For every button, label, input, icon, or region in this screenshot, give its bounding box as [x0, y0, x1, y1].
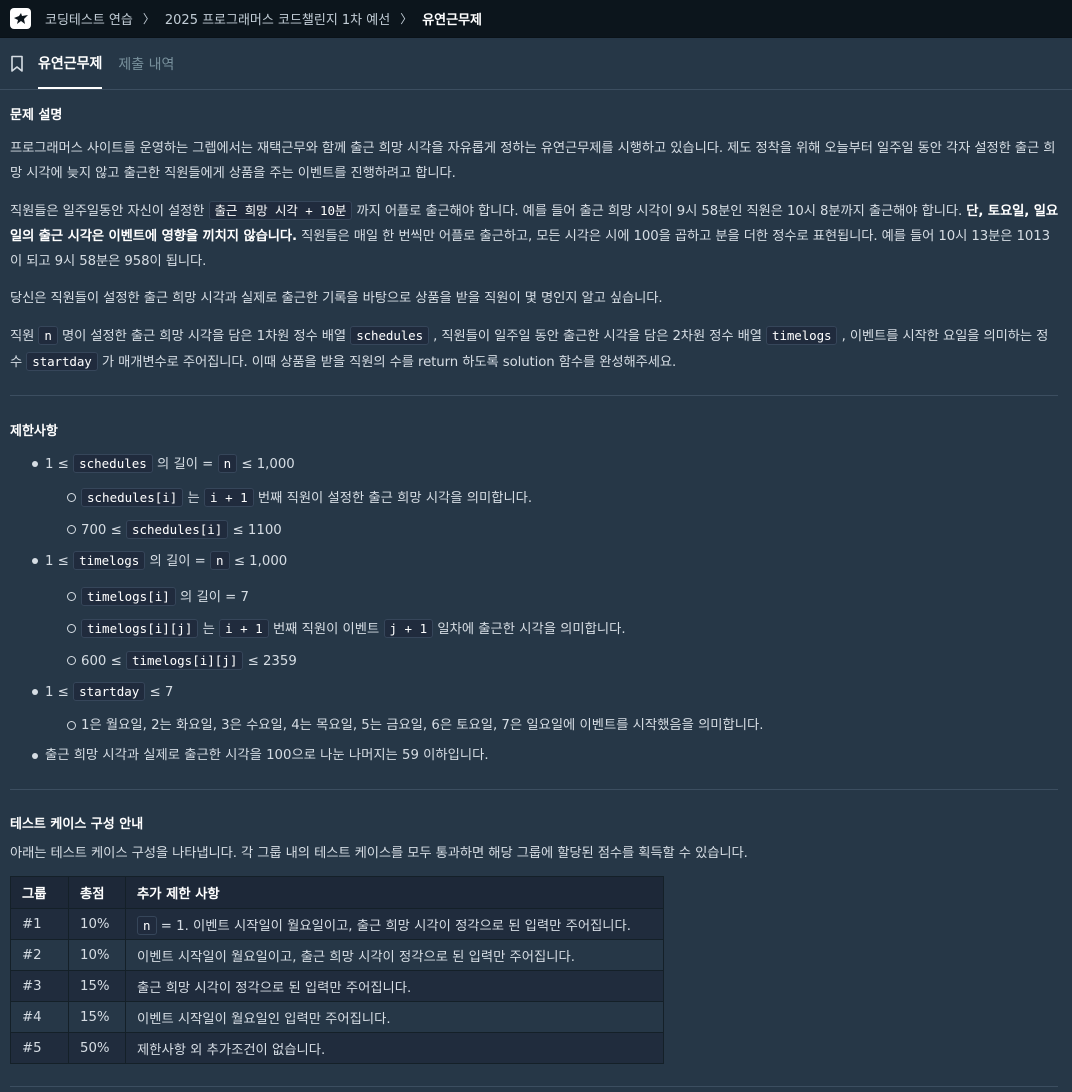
testcases-description: 아래는 테스트 케이스 구성을 나타냅니다. 각 그룹 내의 테스트 케이스를 … [10, 846, 748, 861]
table-row: #2 10% 이벤트 시작일이 월요일이고, 출근 희망 시각이 정각으로 된 … [10, 939, 664, 971]
table-row: #4 15% 이벤트 시작일이 월요일인 입력만 주어집니다. [10, 1001, 664, 1033]
problem-content: 문제 설명 프로그래머스 사이트를 운영하는 그렙에서는 재택근무와 함께 출근… [0, 104, 1072, 1087]
description-paragraph-1: 프로그래머스 사이트를 운영하는 그렙에서는 재택근무와 함께 출근 희망 시각… [10, 141, 1056, 181]
bookmark-icon[interactable] [10, 39, 28, 89]
constraint-item: 1 ≤ startday ≤ 7 [10, 677, 1058, 708]
inline-code: timelogs [766, 326, 838, 345]
constraint-subitem: 600 ≤ timelogs[i][j] ≤ 2359 [10, 645, 1058, 677]
testcases-table: 그룹 총점 추가 제한 사항 #1 10% n = 1. 이벤트 시작일이 월요… [10, 876, 664, 1064]
inline-code: schedules [350, 326, 430, 345]
constraint-subitem: schedules[i] 는 i + 1 번째 직원이 설정한 출근 희망 시각… [10, 482, 1058, 514]
chevron-right-icon: 〉 [400, 12, 413, 26]
table-row: #1 10% n = 1. 이벤트 시작일이 월요일이고, 출근 희망 시각이 … [10, 908, 664, 940]
inline-code: 출근 희망 시각 + 10분 [208, 201, 353, 220]
description-title: 문제 설명 [10, 108, 63, 123]
constraint-item: 1 ≤ timelogs 의 길이 = n ≤ 1,000 [10, 546, 1058, 577]
table-header: 추가 제한 사항 [125, 876, 664, 909]
constraints-title: 제한사항 [10, 424, 58, 439]
inline-code: startday [26, 352, 98, 371]
top-navbar: 코딩테스트 연습 〉 2025 프로그래머스 코드챌린지 1차 예선 〉 유연근… [0, 0, 1072, 38]
constraint-item: 출근 희망 시각과 실제로 출근한 시각을 100으로 나눈 나머지는 59 이… [10, 741, 1058, 771]
description-paragraph-3: 당신은 직원들이 설정한 출근 희망 시각과 실제로 출근한 기록을 바탕으로 … [10, 291, 663, 306]
description-paragraph-4: 직원 n 명이 설정한 출근 희망 시각을 담은 1차원 정수 배열 sched… [10, 326, 1049, 371]
breadcrumb-coding-test[interactable]: 코딩테스트 연습 [45, 9, 133, 28]
description-paragraph-2: 직원들은 일주일동안 자신이 설정한 출근 희망 시각 + 10분 까지 어플로… [10, 201, 1058, 269]
tab-submissions[interactable]: 제출 내역 [118, 38, 174, 89]
breadcrumb-current: 유연근무제 [422, 13, 483, 28]
tab-problem[interactable]: 유연근무제 [38, 38, 103, 89]
constraint-item: 1 ≤ schedules 의 길이 = n ≤ 1,000 [10, 449, 1058, 480]
constraint-subitem: timelogs[i] 의 길이 = 7 [10, 581, 1058, 613]
bird-icon [13, 12, 28, 24]
constraint-subitem: 700 ≤ schedules[i] ≤ 1100 [10, 514, 1058, 546]
table-row: #5 50% 제한사항 외 추가조건이 없습니다. [10, 1032, 664, 1064]
section-divider [10, 1086, 1058, 1087]
section-divider [10, 395, 1058, 396]
constraint-subitem: 1은 월요일, 2는 화요일, 3은 수요일, 4는 목요일, 5는 금요일, … [10, 710, 1058, 741]
programmers-logo[interactable] [10, 8, 31, 29]
constraint-subitem: timelogs[i][j] 는 i + 1 번째 직원이 이벤트 j + 1 … [10, 613, 1058, 645]
chevron-right-icon: 〉 [142, 12, 155, 26]
constraints-list: 1 ≤ schedules 의 길이 = n ≤ 1,000 schedules… [10, 449, 1058, 771]
section-divider [10, 789, 1058, 790]
table-header: 총점 [68, 876, 126, 909]
problem-tabs: 유연근무제 제출 내역 [0, 38, 1072, 90]
breadcrumb-challenge[interactable]: 2025 프로그래머스 코드챌린지 1차 예선 [165, 9, 390, 28]
inline-code: n [38, 326, 58, 345]
testcases-title: 테스트 케이스 구성 안내 [10, 817, 144, 832]
table-header: 그룹 [10, 876, 69, 909]
table-row: #3 15% 출근 희망 시각이 정각으로 된 입력만 주어집니다. [10, 970, 664, 1002]
